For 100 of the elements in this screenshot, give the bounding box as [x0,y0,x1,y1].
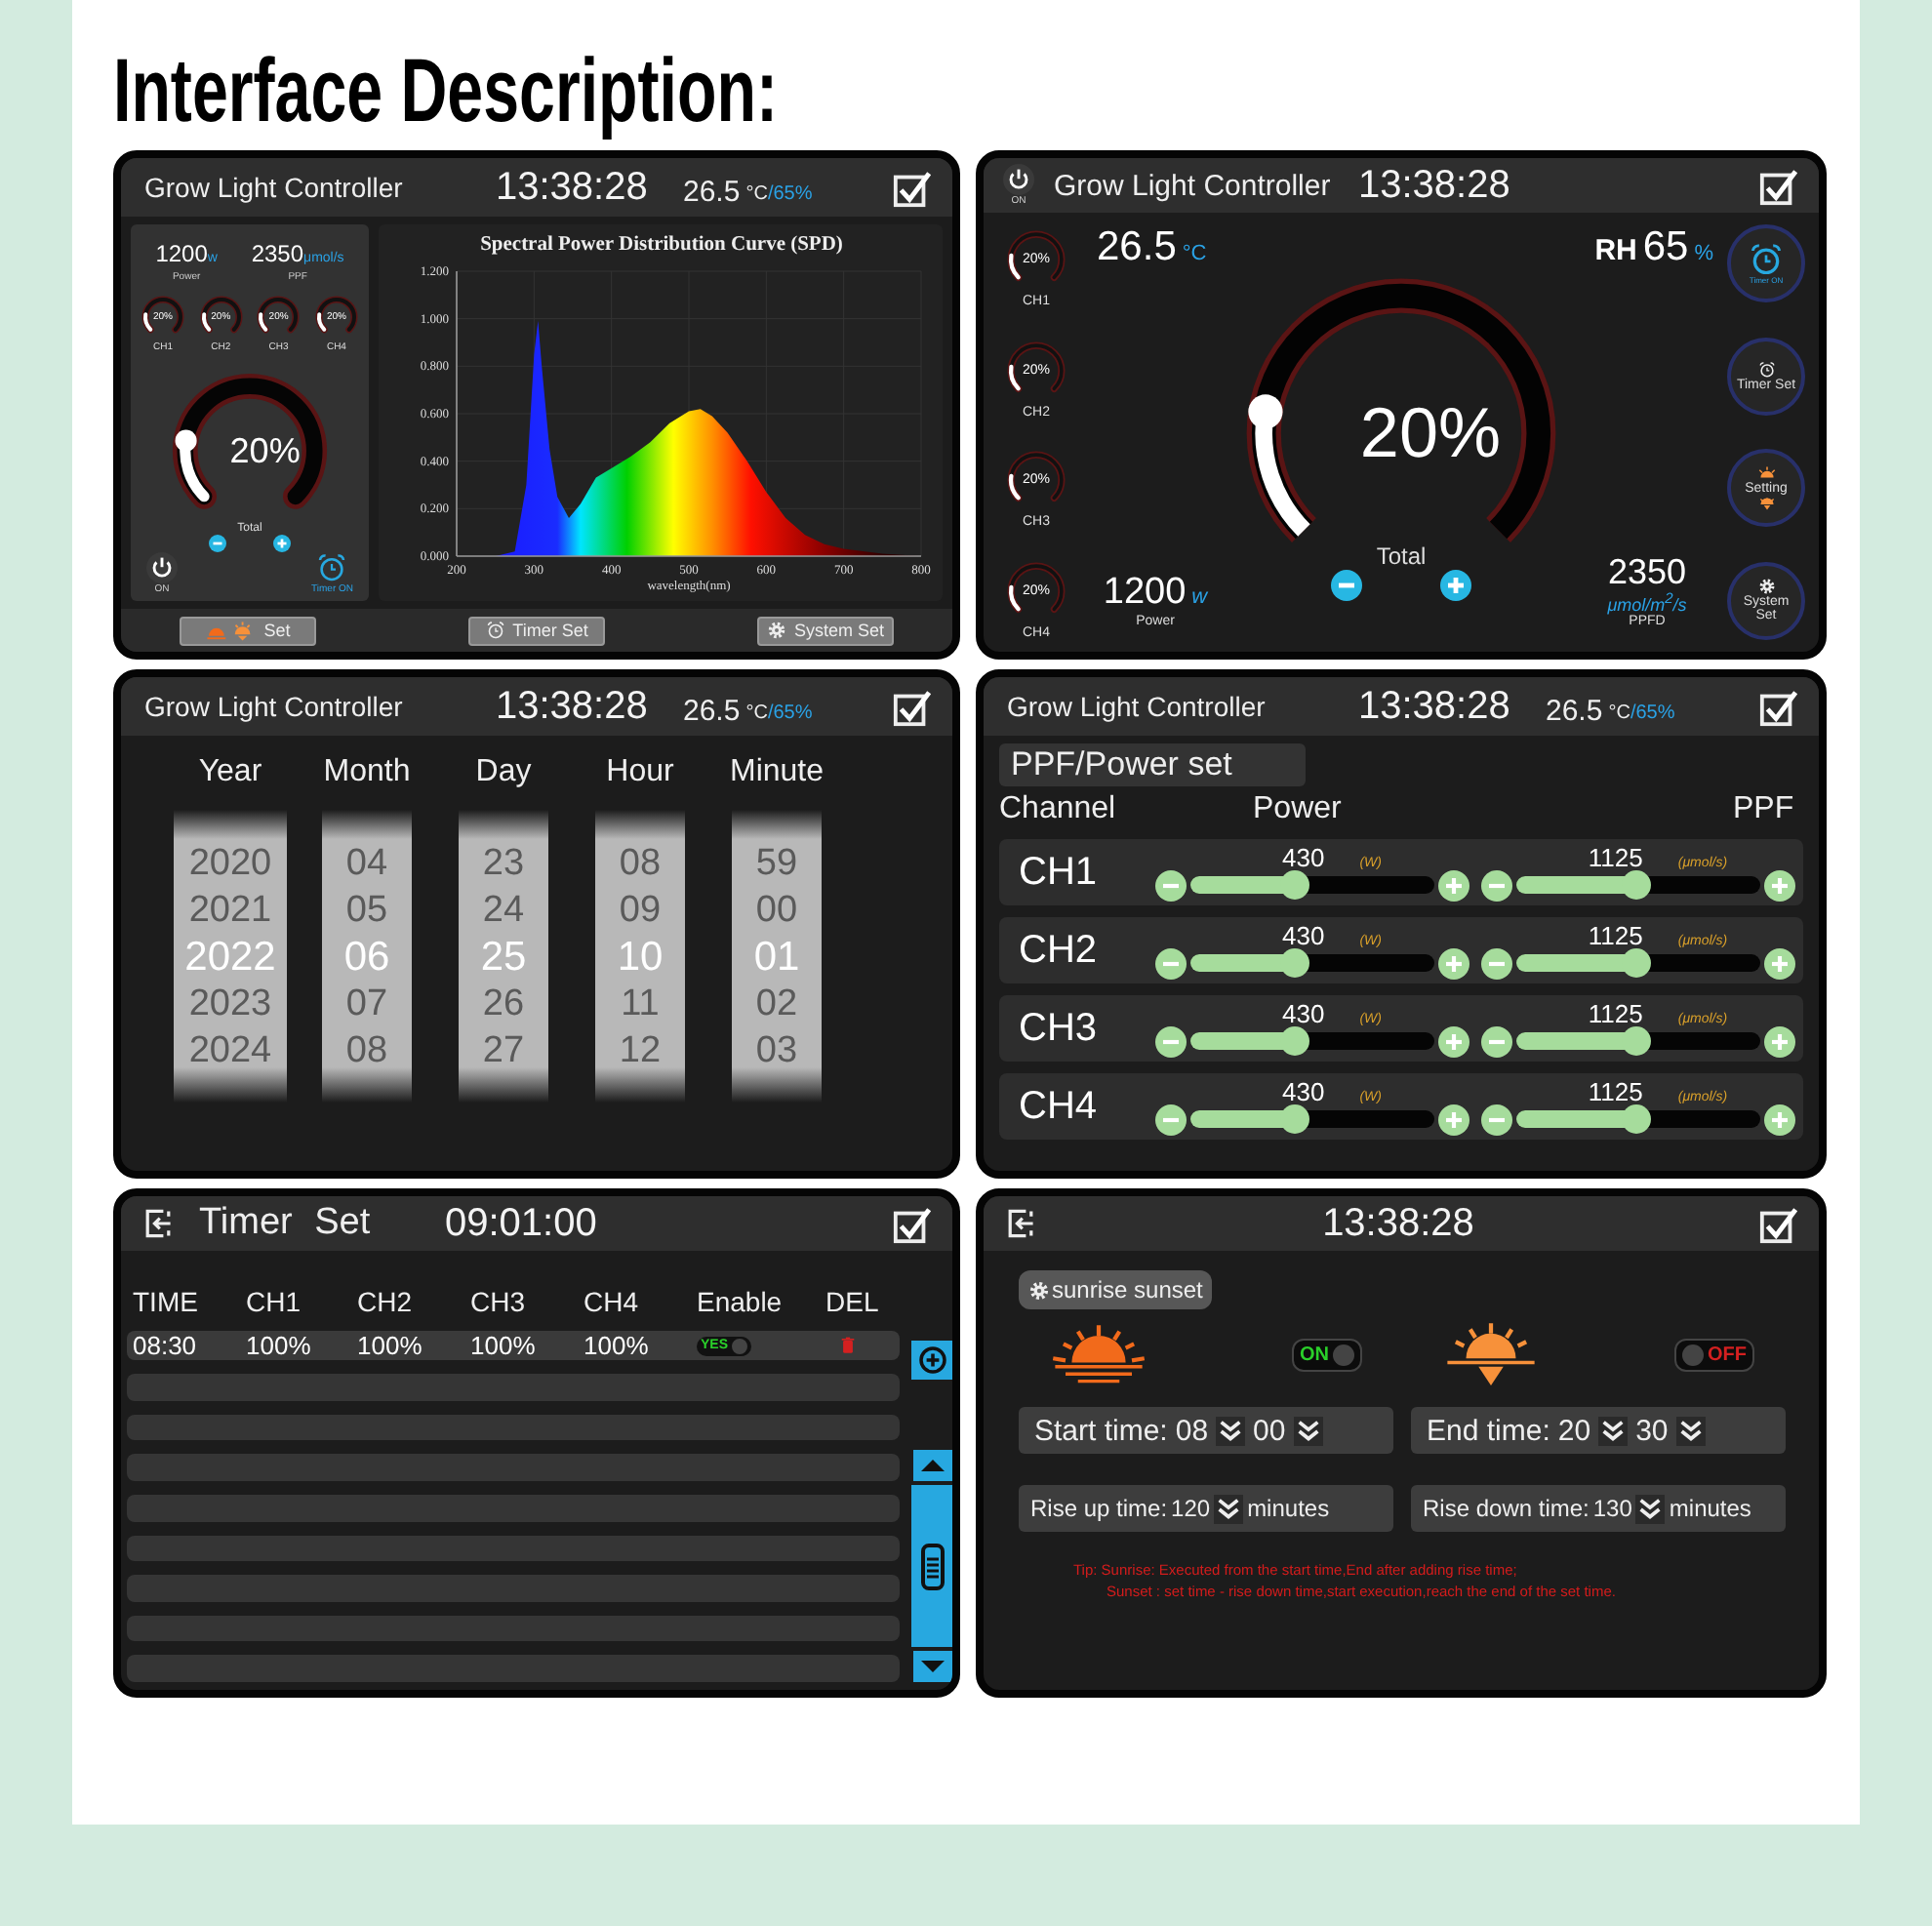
slider-thumb[interactable] [1622,1104,1652,1134]
slider-track[interactable] [1516,954,1760,972]
picker-value[interactable]: 2020 [188,840,272,885]
picker-value[interactable]: 08 [619,840,662,885]
check-icon[interactable] [1758,686,1799,727]
picker-value[interactable]: 06 [343,934,390,979]
picker-wheel[interactable]: 2020 2021 2022 2023 2024 [174,810,287,1103]
picker-value[interactable]: 2024 [188,1027,272,1072]
slider-thumb[interactable] [1279,1026,1308,1056]
dropdown-chevron-icon[interactable] [1214,1494,1244,1523]
picker-wheel[interactable]: 23 24 25 26 27 [459,810,548,1103]
picker-value[interactable]: 00 [755,887,798,932]
gauge-thumb[interactable] [175,429,197,452]
dropdown-chevron-icon[interactable] [1675,1416,1706,1445]
minute-value[interactable]: 30 [1635,1414,1669,1447]
slider-thumb[interactable] [1622,870,1652,900]
dropdown-chevron-icon[interactable] [1598,1416,1629,1445]
picker-value[interactable]: 10 [617,934,664,979]
slider-track[interactable] [1516,1110,1760,1128]
duration-value[interactable]: 130 [1592,1495,1632,1522]
sunset-toggle[interactable]: OFF [1674,1338,1754,1371]
exit-icon[interactable] [1003,1206,1038,1241]
picker-wheel[interactable]: 04 05 06 07 08 [322,810,412,1103]
minus-icon[interactable] [1331,569,1362,600]
check-icon[interactable] [892,686,933,727]
nav-button[interactable]: System Set [757,616,894,645]
picker-value[interactable]: 01 [753,934,800,979]
add-button[interactable] [911,1341,952,1380]
minus-icon[interactable] [1481,947,1512,979]
plus-icon[interactable] [1438,869,1469,901]
slider-track[interactable] [1190,954,1434,972]
slider-thumb[interactable] [1622,1026,1652,1056]
slider-thumb[interactable] [1279,948,1308,978]
picker-value[interactable]: 27 [482,1027,525,1072]
check-icon[interactable] [1758,165,1799,206]
plus-icon[interactable] [1764,869,1795,901]
slider-track[interactable] [1516,1032,1760,1050]
plus-icon[interactable] [1764,947,1795,979]
plus-icon[interactable] [273,535,291,552]
picker-value[interactable]: 25 [480,934,527,979]
picker-value[interactable]: 2022 [184,934,276,979]
slider-thumb[interactable] [1279,1104,1308,1134]
slider-thumb[interactable] [1622,948,1652,978]
slider-track[interactable] [1190,1032,1434,1050]
minus-icon[interactable] [1155,869,1187,901]
minus-icon[interactable] [1155,1103,1187,1135]
sunrise-toggle[interactable]: ON [1292,1338,1362,1371]
check-icon[interactable] [1757,1203,1799,1244]
check-icon[interactable] [892,167,933,208]
picker-value[interactable]: 05 [345,887,388,932]
minus-icon[interactable] [1155,1025,1187,1057]
exit-icon[interactable] [141,1206,176,1241]
plus-icon[interactable] [1764,1103,1795,1135]
minus-icon[interactable] [1481,1103,1512,1135]
picker-wheel[interactable]: 59 00 01 02 03 [732,810,822,1103]
hour-value[interactable]: 20 [1557,1414,1591,1447]
picker-value[interactable]: 04 [345,840,388,885]
check-icon[interactable] [892,1203,933,1244]
picker-value[interactable]: 23 [482,840,525,885]
minus-icon[interactable] [1155,947,1187,979]
plus-icon[interactable] [1438,1103,1469,1135]
picker-value[interactable]: 11 [621,981,660,1025]
minus-icon[interactable] [209,535,226,552]
picker-value[interactable]: 2021 [188,887,272,932]
picker-value[interactable]: 59 [755,840,798,885]
slider-thumb[interactable] [1279,870,1308,900]
nav-button[interactable]: Timer Set [468,616,605,645]
picker-value[interactable]: 08 [345,1027,388,1072]
hour-value[interactable]: 08 [1175,1414,1209,1447]
nav-button[interactable]: Set [180,616,316,645]
picker-value[interactable]: 03 [755,1027,798,1072]
dropdown-chevron-icon[interactable] [1293,1416,1323,1445]
plus-icon[interactable] [1438,1025,1469,1057]
gauge-thumb[interactable] [1248,393,1283,428]
picker-value[interactable]: 02 [755,981,798,1025]
minus-icon[interactable] [1481,869,1512,901]
scrollbar[interactable] [911,1450,952,1682]
slider-track[interactable] [1190,876,1434,894]
plus-icon[interactable] [1440,569,1471,600]
scroll-thumb[interactable] [921,1543,945,1589]
plus-icon[interactable] [1764,1025,1795,1057]
power-icon[interactable] [146,552,178,583]
slider-track[interactable] [1516,876,1760,894]
picker-value[interactable]: 07 [345,981,388,1025]
mode-chip[interactable]: sunrise sunset [1019,1270,1213,1309]
alarm-clock-icon[interactable] [316,552,348,583]
dropdown-chevron-icon[interactable] [1635,1494,1666,1523]
picker-value[interactable]: 09 [619,887,662,932]
picker-wheel[interactable]: 08 09 10 11 12 [595,810,685,1103]
minute-value[interactable]: 00 [1253,1414,1286,1447]
power-icon[interactable] [1003,164,1034,195]
dropdown-chevron-icon[interactable] [1216,1416,1246,1445]
picker-value[interactable]: 2023 [188,981,272,1025]
plus-icon[interactable] [1438,947,1469,979]
picker-value[interactable]: 26 [482,981,525,1025]
minus-icon[interactable] [1481,1025,1512,1057]
picker-value[interactable]: 12 [619,1027,662,1072]
slider-track[interactable] [1190,1110,1434,1128]
picker-value[interactable]: 24 [482,887,525,932]
duration-value[interactable]: 120 [1171,1495,1211,1522]
